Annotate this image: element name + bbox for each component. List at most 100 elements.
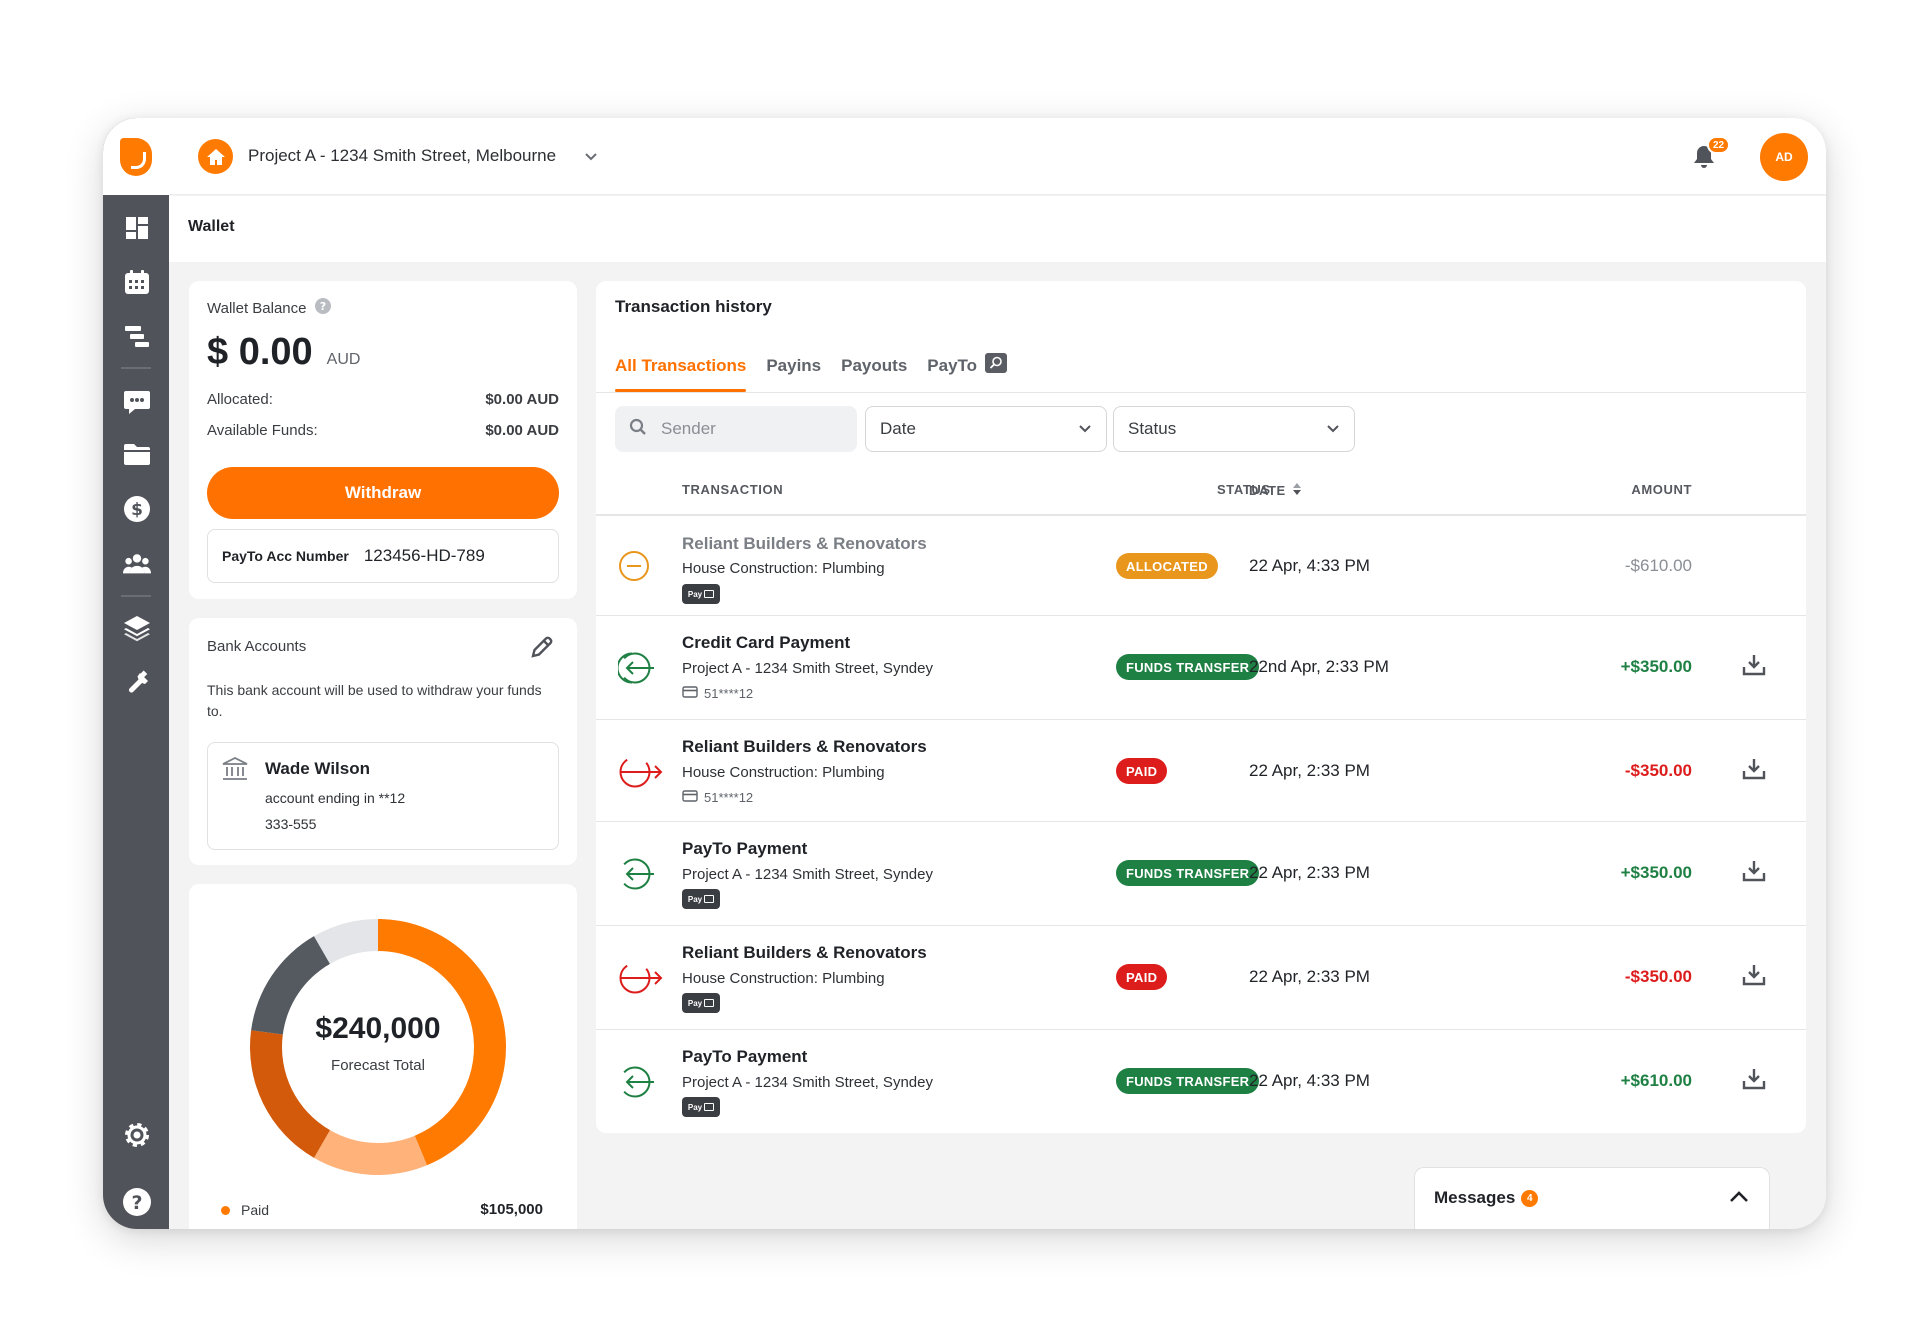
status-badge: ALLOCATED: [1116, 553, 1218, 579]
forecast-total: $240,000: [315, 1012, 441, 1045]
transaction-amount: -$610.00: [1624, 556, 1692, 575]
allocated-label: Allocated:: [207, 391, 273, 408]
bank-accounts-title: Bank Accounts: [207, 638, 307, 655]
table-row[interactable]: Reliant Builders & Renovators House Cons…: [596, 721, 1806, 822]
transaction-history-title: Transaction history: [615, 297, 772, 316]
status-badge: FUNDS TRANSFER: [1116, 654, 1260, 680]
transaction-meta: Pay: [682, 889, 720, 909]
timeline-icon[interactable]: [123, 322, 151, 350]
svg-text:?: ?: [319, 300, 325, 313]
wallet-balance-label: Wallet Balance: [207, 300, 307, 317]
transaction-meta: 51****12: [682, 686, 753, 701]
status-filter-select[interactable]: Status: [1113, 406, 1355, 452]
payto-account-number: 123456-HD-789: [363, 546, 485, 565]
card-icon: [682, 686, 698, 701]
edit-pencil-icon[interactable]: [529, 634, 555, 665]
bank-accounts-card: Bank Accounts This bank account will be …: [189, 618, 577, 865]
help-icon[interactable]: ?: [121, 1186, 153, 1218]
avatar[interactable]: AD: [1760, 133, 1808, 181]
available-funds-value: $0.00 AUD: [485, 422, 559, 439]
tab-payto[interactable]: PayTo: [927, 353, 1008, 390]
page-title-bar: Wallet: [169, 196, 1826, 262]
payto-chip-icon: Pay: [682, 1097, 720, 1117]
forecast-donut-chart: [250, 919, 507, 1175]
download-icon[interactable]: [1742, 859, 1766, 888]
column-header-amount: AMOUNT: [1631, 482, 1692, 497]
messages-label: Messages: [1434, 1188, 1516, 1207]
status-badge: FUNDS TRANSFER: [1116, 860, 1260, 886]
tab-payins[interactable]: Payins: [766, 353, 821, 390]
payto-chip-icon: Pay: [682, 889, 720, 909]
date-filter-label: Date: [880, 419, 916, 438]
logo[interactable]: [103, 118, 169, 195]
table-row[interactable]: Reliant Builders & Renovators House Cons…: [596, 516, 1806, 616]
chat-icon[interactable]: [123, 388, 151, 416]
table-row[interactable]: Reliant Builders & Renovators House Cons…: [596, 927, 1806, 1030]
settings-icon[interactable]: [121, 1119, 153, 1151]
transaction-description: Project A - 1234 Smith Street, Syndey: [682, 660, 933, 677]
transaction-name: Reliant Builders & Renovators: [682, 534, 927, 553]
app-window: $ ? Project A - 1234 Smith Street, Melbo…: [103, 118, 1826, 1229]
transaction-description: House Construction: Plumbing: [682, 560, 885, 577]
calendar-icon[interactable]: [123, 268, 151, 296]
column-header-date-label: DATE: [1249, 483, 1286, 498]
transaction-description: House Construction: Plumbing: [682, 764, 885, 781]
dashboard-icon[interactable]: [123, 214, 151, 242]
messages-panel[interactable]: Messages 4: [1414, 1167, 1770, 1229]
folder-icon[interactable]: [123, 440, 151, 468]
transaction-amount: -$350.00: [1624, 967, 1692, 986]
transaction-date: 22 Apr, 4:33 PM: [1249, 556, 1370, 575]
svg-text:$: $: [131, 500, 143, 520]
transaction-amount: +$350.00: [1620, 863, 1692, 882]
layers-icon[interactable]: [123, 614, 151, 642]
sender-search-input[interactable]: Sender: [615, 406, 857, 452]
download-icon[interactable]: [1742, 757, 1766, 786]
withdraw-button[interactable]: Withdraw: [207, 467, 559, 519]
search-icon: [629, 418, 647, 441]
sidebar: $ ?: [103, 118, 169, 1229]
incoming-arrow-icon: [618, 857, 664, 896]
notification-badge: 22: [1707, 136, 1731, 154]
donut-segment-3: [250, 1030, 330, 1158]
chevron-down-icon: [1078, 419, 1092, 439]
column-header-date[interactable]: DATE: [1249, 482, 1302, 499]
table-row[interactable]: PayTo Payment Project A - 1234 Smith Str…: [596, 823, 1806, 926]
forecast-total-label: Forecast Total: [331, 1057, 425, 1074]
tab-payouts[interactable]: Payouts: [841, 353, 907, 390]
chevron-down-icon[interactable]: [584, 149, 598, 167]
info-icon[interactable]: ?: [314, 298, 331, 319]
date-filter-select[interactable]: Date: [865, 406, 1107, 452]
wallet-dollar-icon[interactable]: $: [123, 495, 151, 523]
team-icon[interactable]: [123, 550, 151, 578]
bank-account-name: Wade Wilson: [265, 759, 370, 778]
transaction-tabs: All Transactions Payins Payouts PayTo: [615, 353, 1008, 392]
incoming-arrow-icon: [618, 1065, 664, 1104]
transaction-history-card: Transaction history All Transactions Pay…: [596, 281, 1806, 1133]
wallet-currency: AUD: [326, 351, 361, 368]
table-row[interactable]: PayTo Payment Project A - 1234 Smith Str…: [596, 1031, 1806, 1133]
status-badge: PAID: [1116, 964, 1168, 990]
transaction-meta: 51****12: [682, 790, 753, 805]
bank-account-item[interactable]: Wade Wilson account ending in **12 333-5…: [207, 742, 559, 850]
status-filter-label: Status: [1128, 419, 1177, 438]
payto-chip-icon: Pay: [682, 993, 720, 1013]
legend-paid-label: Paid: [241, 1202, 270, 1218]
available-funds-label: Available Funds:: [207, 422, 318, 439]
transaction-amount: +$610.00: [1620, 1071, 1692, 1090]
transaction-description: Project A - 1234 Smith Street, Syndey: [682, 1074, 933, 1091]
tab-all-transactions[interactable]: All Transactions: [615, 353, 747, 392]
transaction-description: House Construction: Plumbing: [682, 970, 885, 987]
tools-icon[interactable]: [123, 670, 151, 698]
project-selector[interactable]: Project A - 1234 Smith Street, Melbourne: [248, 146, 556, 166]
messages-count-badge: 4: [1521, 1189, 1539, 1207]
download-icon[interactable]: [1742, 1067, 1766, 1096]
tab-payto-label: PayTo: [927, 355, 978, 375]
download-icon[interactable]: [1742, 963, 1766, 992]
transaction-meta: Pay: [682, 993, 720, 1013]
download-icon[interactable]: [1742, 653, 1766, 682]
outgoing-arrow-icon: [618, 961, 664, 1000]
transaction-description: Project A - 1234 Smith Street, Syndey: [682, 866, 933, 883]
transaction-name: Reliant Builders & Renovators: [682, 943, 927, 962]
table-row[interactable]: Credit Card Payment Project A - 1234 Smi…: [596, 617, 1806, 720]
chevron-up-icon[interactable]: [1729, 1190, 1749, 1209]
